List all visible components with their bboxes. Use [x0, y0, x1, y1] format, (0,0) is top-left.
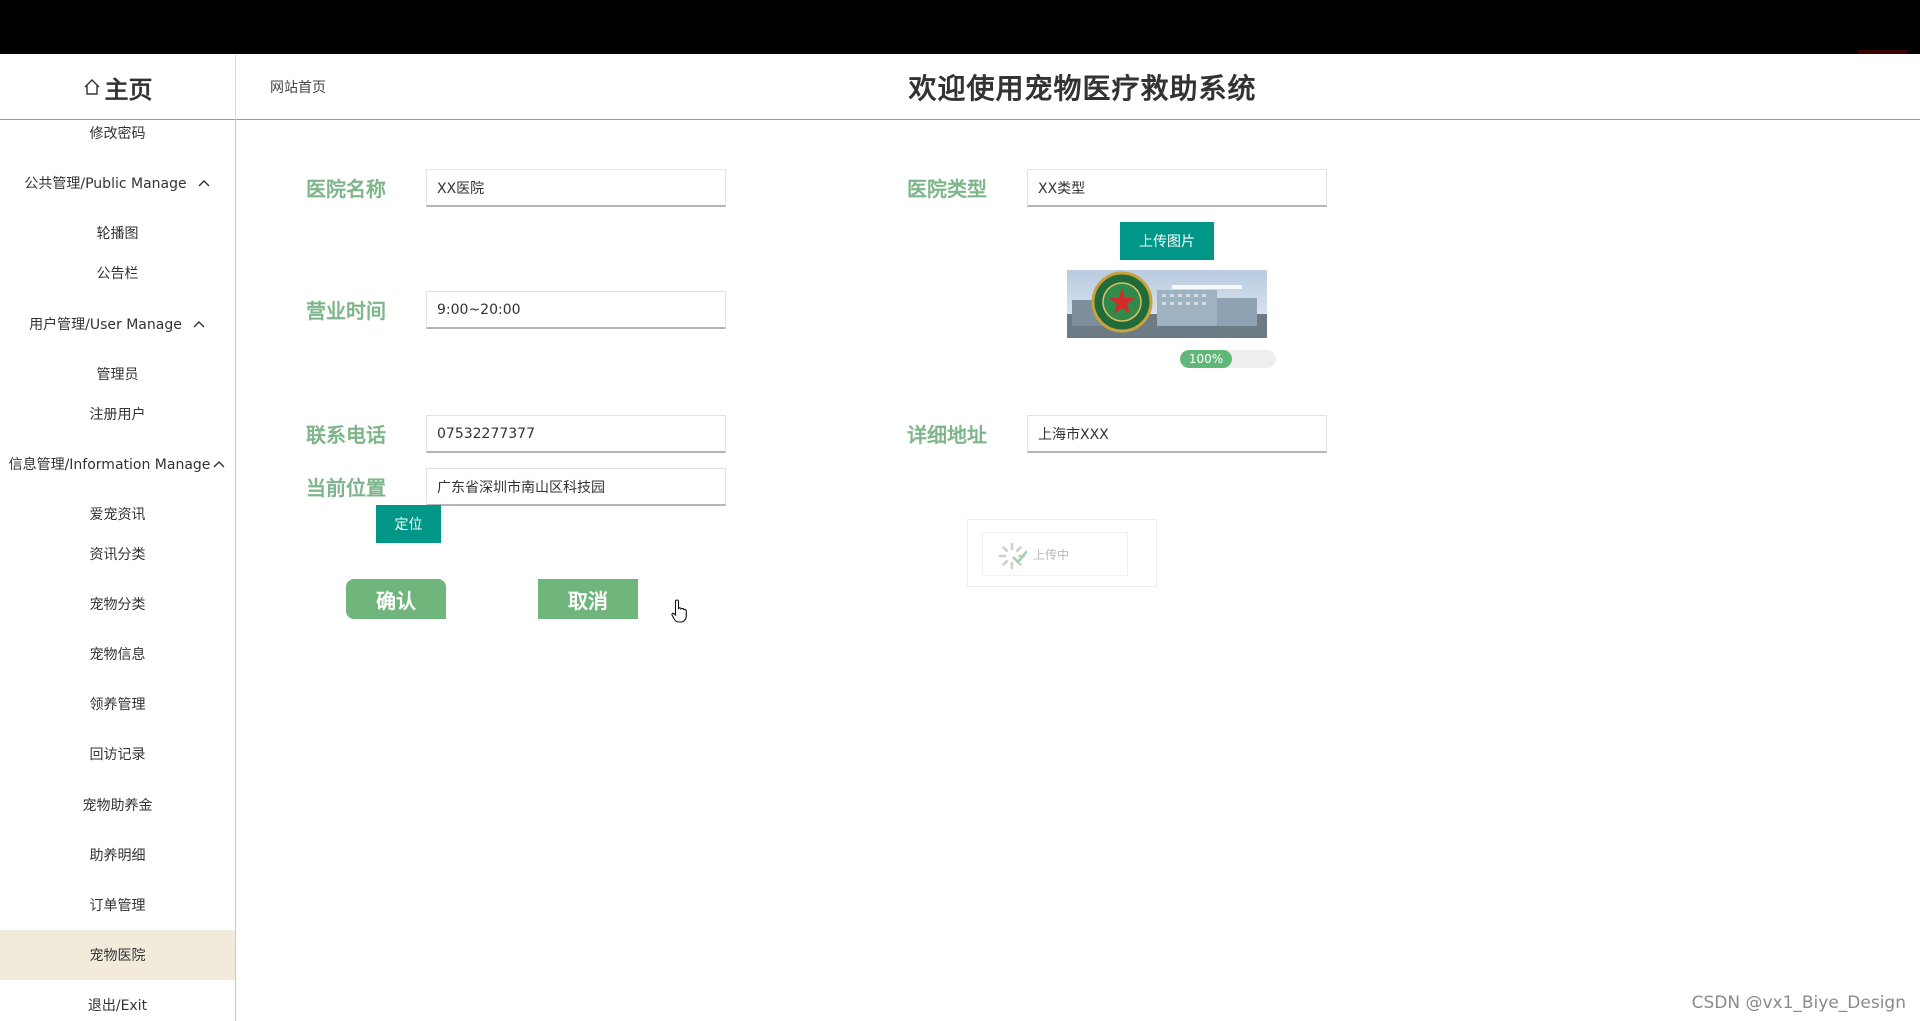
sidebar-item-label: 领养管理 — [89, 697, 146, 713]
sidebar-item-news-category[interactable]: 资讯分类 — [0, 529, 235, 579]
sidebar-item-pet-hospital[interactable]: 宠物医院 — [0, 930, 235, 980]
confirm-button[interactable]: 确认 — [346, 579, 446, 619]
sidebar-item-label: 宠物信息 — [89, 647, 146, 663]
upload-image-button[interactable]: 上传图片 — [1120, 222, 1214, 260]
sidebar-item-pet-info[interactable]: 宠物信息 — [0, 629, 235, 679]
sidebar-group-information-manage[interactable]: 信息管理/Information Manage — [0, 439, 235, 489]
sidebar-item-exit[interactable]: 退出/Exit — [0, 980, 235, 1021]
locate-button[interactable]: 定位 — [376, 505, 441, 543]
chevron-up-icon — [198, 180, 210, 187]
sidebar: 修改密码 公共管理/Public Manage 轮播图 公告栏 用户管理/Use… — [0, 120, 236, 1021]
sidebar-item-orders[interactable]: 订单管理 — [0, 880, 235, 930]
sidebar-item-label: 回访记录 — [89, 747, 146, 763]
sidebar-item-label: 注册用户 — [89, 407, 146, 423]
upload-progress-text: 100% — [1188, 352, 1224, 366]
top-black-bar — [0, 0, 1920, 54]
business-hours-input[interactable] — [426, 291, 726, 329]
phone-label: 联系电话 — [306, 422, 386, 447]
page-title: 欢迎使用宠物医疗救助系统 — [908, 72, 1257, 105]
sidebar-item-visit-records[interactable]: 回访记录 — [0, 729, 235, 779]
sidebar-item-adoption[interactable]: 领养管理 — [0, 679, 235, 729]
home-link[interactable]: 主页 — [0, 54, 236, 120]
sidebar-item-sponsorship-fund[interactable]: 宠物助养金 — [0, 780, 235, 830]
breadcrumb[interactable]: 网站首页 — [270, 54, 326, 120]
sidebar-item-label: 宠物分类 — [89, 597, 146, 613]
home-label: 主页 — [104, 75, 153, 104]
sidebar-item-change-password[interactable]: 修改密码 — [0, 120, 235, 158]
hospital-name-label: 医院名称 — [306, 176, 386, 201]
address-label: 详细地址 — [907, 422, 987, 447]
sidebar-item-label: 订单管理 — [89, 898, 146, 914]
sidebar-item-label: 管理员 — [96, 367, 139, 383]
sidebar-item-label: 宠物助养金 — [82, 798, 153, 814]
hospital-type-label: 医院类型 — [907, 176, 987, 201]
sidebar-item-pet-category[interactable]: 宠物分类 — [0, 579, 235, 629]
chevron-up-icon — [193, 321, 205, 328]
sidebar-item-label: 修改密码 — [89, 126, 146, 142]
csdn-watermark: CSDN @vx1_Biye_Design — [1691, 993, 1906, 1013]
header: 主页 网站首页 欢迎使用宠物医疗救助系统 — [0, 54, 1920, 120]
business-hours-label: 营业时间 — [306, 298, 386, 323]
main-content: 医院名称 医院类型 上传图片 100% 营业时间 联系电话 详细 — [237, 121, 1920, 1021]
sidebar-group-label: 信息管理/Information Manage — [8, 457, 211, 473]
loading-overlay: 上传中 — [967, 519, 1157, 587]
hand-pointer-cursor-icon — [671, 599, 687, 623]
sidebar-item-sponsorship-details[interactable]: 助养明细 — [0, 830, 235, 880]
hospital-type-input[interactable] — [1027, 169, 1327, 207]
sidebar-item-notice-board[interactable]: 公告栏 — [0, 248, 235, 298]
hospital-image-thumbnail — [1067, 270, 1267, 338]
sidebar-item-label: 宠物医院 — [89, 948, 146, 964]
sidebar-item-label: 爱宠资讯 — [89, 507, 146, 523]
sidebar-item-label: 资讯分类 — [89, 547, 146, 563]
chevron-up-icon — [213, 461, 225, 468]
address-input[interactable] — [1027, 415, 1327, 453]
loading-text: 上传中 — [1033, 547, 1070, 562]
loading-spinner-icon — [998, 542, 1027, 570]
sidebar-group-user-manage[interactable]: 用户管理/User Manage — [0, 299, 235, 349]
home-icon — [84, 79, 99, 95]
sidebar-group-public-manage[interactable]: 公共管理/Public Manage — [0, 158, 235, 208]
sidebar-group-label: 公共管理/Public Manage — [24, 176, 187, 192]
phone-input[interactable] — [426, 415, 726, 453]
location-input[interactable] — [426, 468, 726, 506]
sidebar-item-label: 轮播图 — [96, 226, 139, 242]
sidebar-item-label: 助养明细 — [89, 848, 146, 864]
cancel-button[interactable]: 取消 — [538, 579, 638, 619]
loading-indicator: 上传中 — [982, 532, 1128, 576]
hospital-name-input[interactable] — [426, 169, 726, 207]
location-label: 当前位置 — [306, 475, 386, 500]
sidebar-item-registered-users[interactable]: 注册用户 — [0, 389, 235, 439]
sidebar-item-label: 退出/Exit — [87, 998, 148, 1014]
sidebar-item-label: 公告栏 — [96, 266, 139, 282]
sidebar-group-label: 用户管理/User Manage — [29, 317, 182, 333]
